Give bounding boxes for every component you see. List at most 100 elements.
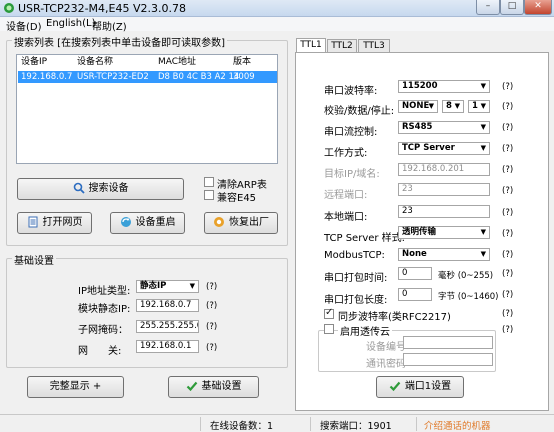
- row-version: 3009: [233, 72, 255, 82]
- device-list[interactable]: 设备IP 设备名称 MAC地址 版本 192.168.0.7 USR-TCP23…: [16, 54, 278, 164]
- module-ip-label: 模块静态IP:: [78, 304, 131, 315]
- menu-device[interactable]: 设备(D): [6, 18, 42, 33]
- pack-length-help[interactable]: (?): [502, 290, 513, 300]
- sync-baud-checkbox[interactable]: [324, 307, 334, 319]
- compat-e45-checkbox[interactable]: [204, 190, 214, 200]
- ip-type-value: 静态IP: [140, 281, 167, 291]
- local-port-label: 本地端口:: [324, 212, 368, 223]
- pack-time-input[interactable]: 0: [398, 267, 432, 280]
- menu-bar: 设备(D) English(L) 帮助(Z): [0, 17, 554, 33]
- row-mac: D8 B0 4C B3 A2 14: [158, 72, 240, 82]
- column-header-name[interactable]: 设备名称: [77, 55, 113, 69]
- flow-control-select[interactable]: RS485 ▼: [398, 121, 490, 134]
- remote-port-input[interactable]: 23: [398, 183, 490, 196]
- gateway-help[interactable]: (?): [206, 343, 217, 353]
- chevron-down-icon: ▼: [428, 102, 434, 110]
- factory-reset-label: 恢复出厂: [229, 217, 269, 228]
- gateway-input[interactable]: 192.168.0.1: [136, 340, 199, 353]
- modbus-help[interactable]: (?): [502, 250, 513, 260]
- chevron-down-icon: ▼: [480, 102, 486, 110]
- baud-select[interactable]: 115200 ▼: [398, 80, 490, 93]
- passthrough-cloud-checkbox[interactable]: [324, 324, 334, 334]
- modbus-value: None: [402, 249, 427, 259]
- column-header-version[interactable]: 版本: [233, 55, 251, 69]
- factory-reset-icon: [214, 217, 224, 227]
- chevron-down-icon: ▼: [480, 144, 486, 152]
- maximize-button[interactable]: □: [500, 0, 524, 15]
- parity-select[interactable]: NONE ▼: [398, 100, 438, 113]
- local-port-input[interactable]: 23: [398, 205, 490, 218]
- sync-baud-help[interactable]: (?): [502, 309, 513, 319]
- server-style-select[interactable]: 透明传输 ▼: [398, 226, 490, 239]
- open-web-label: 打开网页: [42, 217, 83, 228]
- minimize-button[interactable]: –: [476, 0, 500, 15]
- ip-type-select[interactable]: 静态IP ▼: [136, 280, 199, 293]
- status-bar: 在线设备数：1 搜索端口：1901 介绍通话的机器: [0, 414, 554, 432]
- column-header-mac[interactable]: MAC地址: [158, 55, 196, 69]
- passthrough-cloud-help[interactable]: (?): [502, 325, 513, 335]
- ip-type-help[interactable]: (?): [206, 282, 217, 292]
- stop-bits-select[interactable]: 1 ▼: [468, 100, 490, 113]
- full-display-button[interactable]: 完整显示 +: [27, 376, 124, 398]
- passthrough-cloud-label: 启用透传云: [338, 323, 392, 338]
- chevron-down-icon: ▼: [480, 228, 486, 236]
- pack-time-label: 串口打包时间:: [324, 273, 388, 284]
- local-port-help[interactable]: (?): [502, 208, 513, 218]
- tab-ttl2[interactable]: TTL2: [327, 39, 357, 53]
- title-bar[interactable]: USR-TCP232-M4,E45 V2.3.0.78 – □ ✕: [0, 0, 554, 17]
- work-mode-help[interactable]: (?): [502, 144, 513, 154]
- menu-help[interactable]: 帮助(Z): [92, 18, 127, 33]
- parity-help[interactable]: (?): [502, 102, 513, 112]
- module-ip-help[interactable]: (?): [206, 301, 217, 311]
- tab-ttl1[interactable]: TTL1: [296, 38, 326, 53]
- chevron-down-icon: ▼: [454, 102, 460, 110]
- app-icon: [4, 3, 14, 13]
- compat-e45-label: 兼容E45: [217, 193, 257, 204]
- tab-ttl3[interactable]: TTL3: [358, 39, 390, 53]
- remote-port-label: 远程端口:: [324, 190, 368, 201]
- open-web-button[interactable]: 打开网页: [17, 212, 92, 234]
- remote-port-help[interactable]: (?): [502, 186, 513, 196]
- search-icon: [73, 182, 85, 194]
- module-ip-input[interactable]: 192.168.0.7: [136, 299, 199, 312]
- close-button[interactable]: ✕: [524, 0, 552, 15]
- basic-settings-title: 基础设置: [12, 252, 56, 267]
- comm-password-input[interactable]: [403, 353, 493, 366]
- menu-language[interactable]: English(L): [46, 18, 95, 29]
- search-device-button[interactable]: 搜索设备: [17, 178, 184, 200]
- subnet-mask-help[interactable]: (?): [206, 322, 217, 332]
- factory-reset-button[interactable]: 恢复出厂: [204, 212, 278, 234]
- baud-help[interactable]: (?): [502, 82, 513, 92]
- subnet-mask-input[interactable]: 255.255.255.0: [136, 320, 199, 333]
- server-style-help[interactable]: (?): [502, 229, 513, 239]
- restart-button[interactable]: 设备重启: [110, 212, 185, 234]
- refresh-icon: [120, 217, 131, 227]
- parity-label: 校验/数据/停止:: [324, 106, 395, 117]
- clear-arp-checkbox[interactable]: [204, 177, 214, 187]
- stop-bits-value: 1: [472, 101, 478, 111]
- gateway-label: 网 关:: [78, 346, 122, 357]
- search-port-status: 搜索端口：1901: [320, 421, 392, 432]
- search-device-label: 搜索设备: [88, 183, 129, 194]
- modbus-label: ModbusTCP:: [324, 250, 385, 261]
- column-header-ip[interactable]: 设备IP: [21, 55, 47, 69]
- modbus-select[interactable]: None ▼: [398, 248, 490, 261]
- device-id-label: 设备编号: [366, 342, 406, 353]
- pack-length-input[interactable]: 0: [398, 288, 432, 301]
- target-ip-label: 目标IP/域名:: [324, 169, 380, 180]
- target-ip-help[interactable]: (?): [502, 165, 513, 175]
- work-mode-value: TCP Server: [402, 143, 455, 153]
- server-style-value: 透明传输: [402, 227, 437, 237]
- target-ip-input[interactable]: 192.168.0.201: [398, 163, 490, 176]
- device-id-input[interactable]: [403, 336, 493, 349]
- pack-length-unit: 字节 (0~1460): [438, 292, 499, 302]
- basic-settings-button[interactable]: 基础设置: [168, 376, 259, 398]
- pack-time-help[interactable]: (?): [502, 269, 513, 279]
- port1-settings-button[interactable]: 端口1设置: [376, 376, 464, 398]
- data-bits-select[interactable]: 8 ▼: [442, 100, 464, 113]
- work-mode-select[interactable]: TCP Server ▼: [398, 142, 490, 155]
- status-separator: [416, 417, 417, 431]
- window-title: USR-TCP232-M4,E45 V2.3.0.78: [18, 2, 186, 15]
- flow-control-help[interactable]: (?): [502, 123, 513, 133]
- chevron-down-icon: ▼: [189, 282, 195, 290]
